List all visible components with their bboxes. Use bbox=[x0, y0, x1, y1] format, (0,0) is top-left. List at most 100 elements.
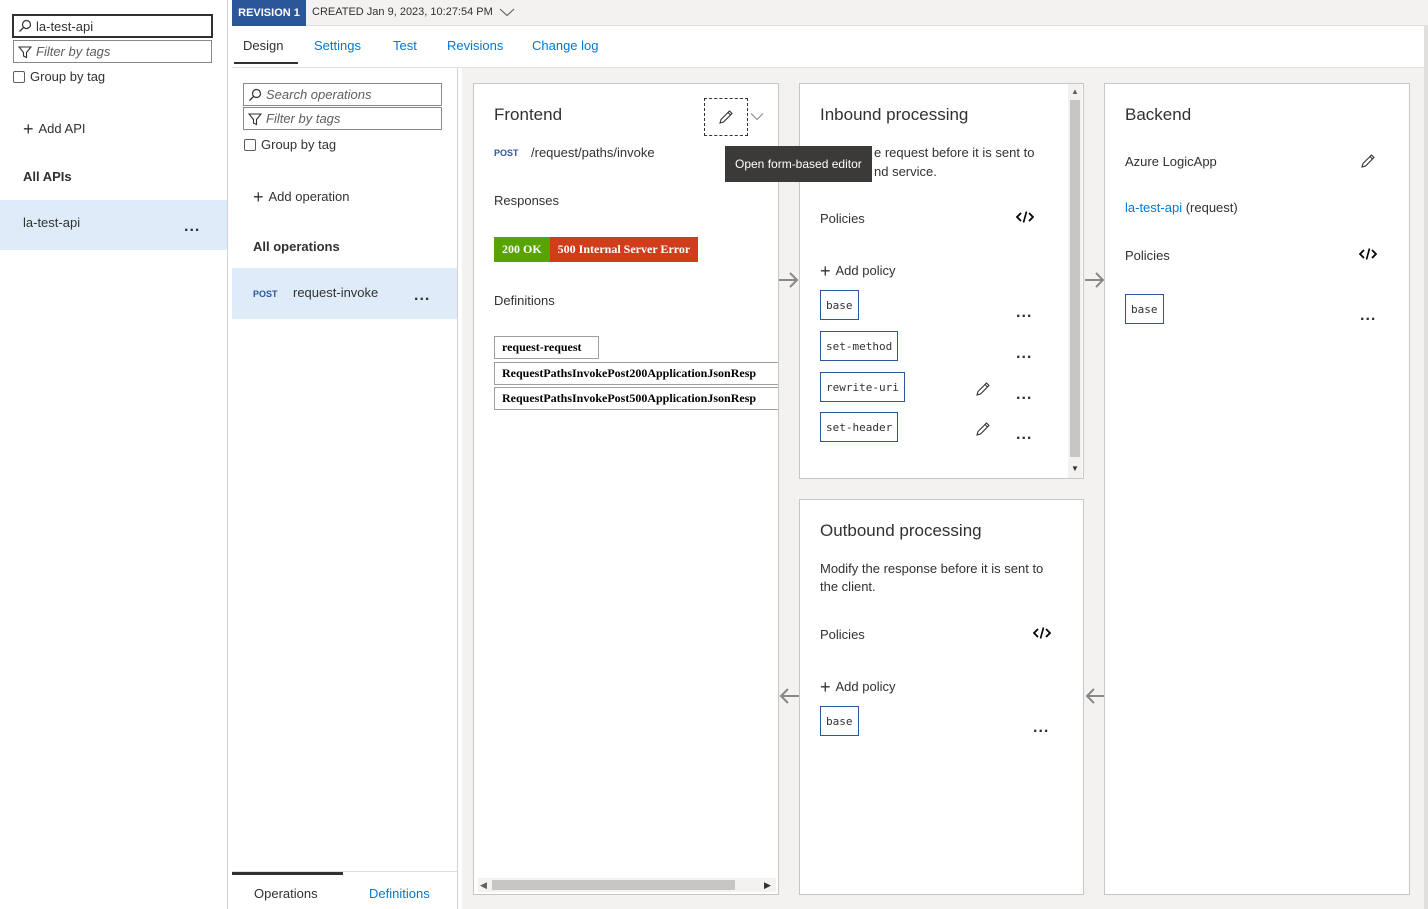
all-operations-heading: All operations bbox=[253, 239, 340, 254]
active-tab-indicator bbox=[234, 62, 298, 64]
policy-more-button[interactable]: ... bbox=[1016, 387, 1032, 403]
backend-type: Azure LogicApp bbox=[1125, 154, 1217, 169]
responses-list: 200 OK 500 Internal Server Error bbox=[494, 237, 699, 262]
api-item-label: la-test-api bbox=[23, 215, 81, 230]
revision-badge: REVISION 1 bbox=[232, 0, 306, 26]
inbound-add-policy-button[interactable]: + Add policy bbox=[820, 262, 896, 280]
policy-base[interactable]: base bbox=[1125, 294, 1164, 324]
add-api-label: Add API bbox=[38, 121, 86, 136]
policy-set-header[interactable]: set-header bbox=[820, 412, 899, 442]
group-by-tag-checkbox[interactable] bbox=[13, 70, 25, 83]
scrollbar-thumb[interactable] bbox=[492, 880, 735, 890]
outbound-title: Outbound processing bbox=[820, 521, 982, 540]
api-filter-box[interactable] bbox=[13, 40, 212, 63]
edit-tooltip: Open form-based editor bbox=[725, 146, 872, 182]
api-tabs: Design Settings Test Revisions Change lo… bbox=[232, 26, 1428, 68]
frontend-card: Frontend POST /request/paths/invoke Resp… bbox=[473, 83, 779, 895]
search-icon bbox=[14, 15, 36, 37]
backend-link[interactable]: la-test-api bbox=[1125, 200, 1182, 215]
api-group-by-tag[interactable]: Group by tag bbox=[13, 69, 105, 84]
bottom-tab-definitions[interactable]: Definitions bbox=[369, 886, 430, 901]
outbound-add-policy-button[interactable]: + Add policy bbox=[820, 676, 896, 697]
add-operation-button[interactable]: + Add operation bbox=[253, 186, 349, 207]
backend-card: Backend Azure LogicApp la-test-api (requ… bbox=[1104, 83, 1410, 895]
definition-item[interactable]: RequestPathsInvokePost200ApplicationJson… bbox=[494, 362, 778, 385]
definition-item[interactable]: RequestPathsInvokePost500ApplicationJson… bbox=[494, 387, 778, 410]
page-scrollbar-track bbox=[1424, 26, 1428, 909]
horizontal-scrollbar[interactable]: ◀ ▶ bbox=[478, 878, 776, 892]
arrow-right-icon bbox=[778, 271, 800, 289]
policy-more-button[interactable]: ... bbox=[1033, 720, 1049, 736]
operation-list-item[interactable]: POST request-invoke ... bbox=[232, 268, 457, 319]
vertical-scrollbar[interactable]: ▲ ▼ bbox=[1068, 84, 1082, 478]
responses-label: Responses bbox=[494, 193, 560, 208]
tab-test[interactable]: Test bbox=[393, 38, 417, 53]
backend-link-row: la-test-api (request) bbox=[1125, 200, 1238, 215]
policy-more-button[interactable]: ... bbox=[1016, 346, 1032, 362]
scroll-right-arrow[interactable]: ▶ bbox=[764, 880, 771, 891]
operation-more-button[interactable]: ... bbox=[414, 288, 430, 304]
policy-base[interactable]: base bbox=[820, 706, 859, 736]
policy-more-button[interactable]: ... bbox=[1016, 427, 1032, 443]
tab-design[interactable]: Design bbox=[243, 38, 283, 53]
frontend-edit-button[interactable] bbox=[704, 98, 748, 136]
revision-created[interactable]: CREATED Jan 9, 2023, 10:27:54 PM bbox=[312, 6, 515, 18]
design-canvas: Frontend POST /request/paths/invoke Resp… bbox=[462, 68, 1428, 909]
bottom-tab-indicator bbox=[232, 872, 343, 875]
scroll-down-arrow[interactable]: ▼ bbox=[1071, 464, 1079, 473]
code-icon[interactable] bbox=[1016, 210, 1034, 224]
api-list-pane: Group by tag + Add API All APIs la-test-… bbox=[0, 0, 228, 909]
scrollbar-thumb[interactable] bbox=[1070, 100, 1080, 457]
operations-group-by-tag[interactable]: Group by tag bbox=[244, 137, 336, 152]
definition-item[interactable]: request-request bbox=[494, 336, 599, 359]
arrow-left-icon bbox=[1084, 687, 1106, 705]
response-200-badge[interactable]: 200 OK bbox=[494, 237, 550, 262]
chevron-down-icon[interactable] bbox=[750, 112, 764, 121]
tab-settings[interactable]: Settings bbox=[314, 38, 361, 53]
api-filter-input[interactable] bbox=[36, 44, 211, 59]
pencil-icon bbox=[718, 109, 734, 125]
scroll-up-arrow[interactable]: ▲ bbox=[1071, 87, 1079, 96]
tab-revisions[interactable]: Revisions bbox=[447, 38, 503, 53]
filter-icon bbox=[244, 108, 266, 130]
plus-icon: + bbox=[253, 186, 264, 207]
api-list-item[interactable]: la-test-api ... bbox=[0, 200, 227, 250]
plus-icon: + bbox=[820, 676, 831, 697]
bottom-tab-operations[interactable]: Operations bbox=[254, 886, 318, 901]
policy-more-button[interactable]: ... bbox=[1360, 308, 1376, 324]
operations-search-box[interactable] bbox=[243, 83, 442, 106]
backend-title: Backend bbox=[1125, 105, 1192, 124]
policy-more-button[interactable]: ... bbox=[1016, 305, 1032, 321]
add-api-button[interactable]: + Add API bbox=[23, 120, 86, 138]
policy-base[interactable]: base bbox=[820, 290, 859, 320]
tab-change-log[interactable]: Change log bbox=[532, 38, 599, 53]
filter-icon bbox=[14, 41, 36, 63]
inbound-description-line1: e request before it is sent to bbox=[874, 145, 1035, 160]
api-search-box[interactable] bbox=[12, 14, 213, 38]
scroll-left-arrow[interactable]: ◀ bbox=[480, 880, 487, 891]
definitions-label: Definitions bbox=[494, 293, 555, 308]
inbound-title: Inbound processing bbox=[820, 105, 969, 124]
operations-filter-box[interactable] bbox=[243, 107, 442, 130]
policy-set-method[interactable]: set-method bbox=[820, 331, 899, 361]
api-search-input[interactable] bbox=[36, 18, 211, 34]
arrow-right-icon bbox=[1084, 271, 1106, 289]
code-icon[interactable] bbox=[1033, 626, 1051, 640]
backend-link-suffix: (request) bbox=[1185, 200, 1238, 215]
add-policy-label: Add policy bbox=[835, 263, 896, 278]
policy-rewrite-uri[interactable]: rewrite-uri bbox=[820, 372, 905, 402]
pencil-icon[interactable] bbox=[1360, 153, 1376, 169]
code-icon[interactable] bbox=[1359, 247, 1377, 261]
api-more-button[interactable]: ... bbox=[184, 219, 200, 235]
group-by-tag-checkbox[interactable] bbox=[244, 138, 256, 151]
response-500-badge[interactable]: 500 Internal Server Error bbox=[549, 237, 699, 262]
pencil-icon[interactable] bbox=[975, 421, 991, 437]
group-by-tag-label: Group by tag bbox=[30, 69, 106, 84]
operation-method: POST bbox=[253, 289, 278, 299]
frontend-path: /request/paths/invoke bbox=[531, 145, 655, 160]
pencil-icon[interactable] bbox=[975, 381, 991, 397]
chevron-down-icon[interactable] bbox=[499, 7, 515, 17]
operations-search-input[interactable] bbox=[266, 87, 441, 102]
backend-policies-label: Policies bbox=[1125, 248, 1170, 263]
operations-filter-input[interactable] bbox=[266, 111, 441, 126]
